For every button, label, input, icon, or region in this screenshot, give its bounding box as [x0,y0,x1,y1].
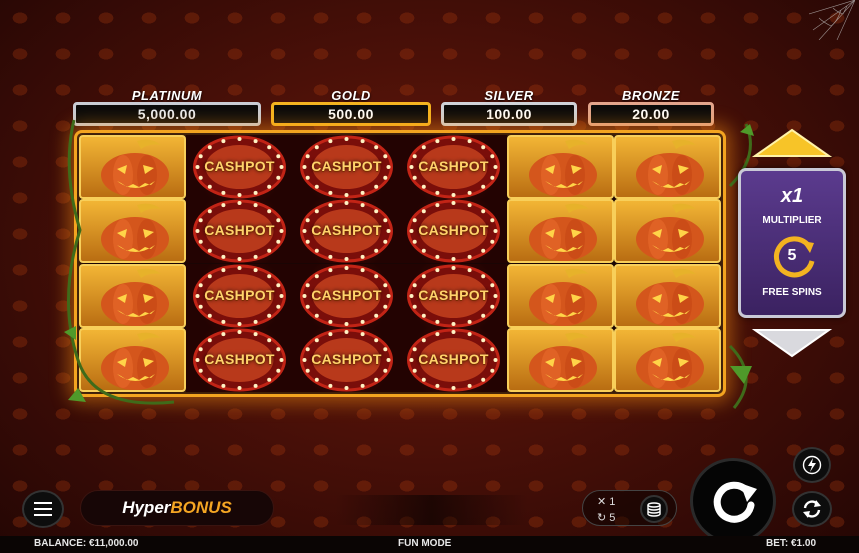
spin-icon [713,481,757,523]
cashpot-symbol: CASHPOT [186,327,293,392]
cashpot-symbol: CASHPOT [293,135,400,199]
menu-icon [34,502,52,516]
cashpot-symbol: CASHPOT [400,135,507,199]
cashpot-label: CASHPOT [418,286,489,303]
cashpot-symbol: CASHPOT [293,199,400,264]
jackpot-name: PLATINUM [131,88,203,103]
cashpot-label: CASHPOT [204,222,275,239]
cashpot-symbol: CASHPOT [293,327,400,392]
feature-panel: x1 MULTIPLIER 5 FREE SPINS [738,168,846,318]
autoplay-icon: ↻ [597,512,610,524]
cashpot-label: CASHPOT [311,350,382,367]
menu-button[interactable] [22,490,64,528]
vine-decoration [64,119,175,405]
spin-button[interactable] [690,458,776,544]
cashpot-label: CASHPOT [204,158,275,174]
cashpot-symbol: CASHPOT [186,263,293,328]
cashpot-label: CASHPOT [204,350,275,367]
pumpkin-symbol [507,199,614,264]
pumpkin-icon [529,139,597,197]
pumpkin-icon [529,268,597,326]
refresh-icon [803,500,821,518]
autoplay-settings[interactable]: ✕ 1 ↻ 5 [582,490,677,526]
jackpot-name: GOLD [331,88,371,103]
status-bar: BALANCE: €11,000.00 FUN MODE BET: €1.00 [0,536,859,553]
pumpkin-symbol [507,327,614,392]
cashpot-symbol: CASHPOT [400,263,507,328]
arrow-up-icon[interactable] [741,128,843,158]
cashpot-symbol: CASHPOT [186,199,293,264]
autoplay-spins: 5 [609,512,616,524]
hyper-label: Hyper [122,498,171,517]
arrow-down-icon[interactable] [741,328,843,358]
cashpot-label: CASHPOT [311,222,382,239]
lightning-icon [802,455,822,475]
autoplay-button[interactable] [792,491,832,527]
jackpot-name: SILVER [484,88,534,103]
cashpot-label: CASHPOT [204,286,275,303]
cashpot-symbol: CASHPOT [400,327,507,392]
autoplay-multiplier: 1 [609,496,616,508]
mode-text: FUN MODE [398,538,452,549]
balance-text: BALANCE: €11,000.00 [34,538,139,549]
bet-text: BET: €1.00 [766,538,817,549]
cashpot-label: CASHPOT [418,350,489,367]
cashpot-label: CASHPOT [311,286,382,303]
message-strip [335,495,528,525]
hyper-bonus-button[interactable]: Hyper BONUS [80,490,274,526]
pumpkin-symbol [507,263,614,328]
pumpkin-icon [529,203,597,262]
bonus-label: BONUS [170,498,232,517]
free-spins-label: FREE SPINS [762,287,822,298]
free-spins-count: 5 [787,247,797,264]
jackpot-value: 500.00 [271,102,431,126]
close-icon: ✕ [597,496,610,508]
pumpkin-symbol [507,135,614,199]
cashpot-label: CASHPOT [311,158,382,174]
multiplier-label: MULTIPLIER [762,215,822,226]
multiplier-value: x1 [780,185,804,207]
turbo-button[interactable] [793,447,831,483]
pumpkin-icon [529,332,597,390]
jackpot-value: 100.00 [441,102,577,126]
cashpot-symbol: CASHPOT [186,135,293,199]
spider-web-icon [809,0,855,40]
jackpot-gold: GOLD 500.00 [271,88,431,128]
cashpot-label: CASHPOT [418,158,489,174]
cashpot-symbol: CASHPOT [400,199,507,264]
coin-stack-icon [647,502,661,517]
jackpot-silver: SILVER 100.00 [441,88,577,128]
cashpot-label: CASHPOT [418,222,489,239]
cashpot-symbol: CASHPOT [293,263,400,328]
jackpot-name: BRONZE [622,88,680,103]
coin-stack-button[interactable] [640,495,668,523]
